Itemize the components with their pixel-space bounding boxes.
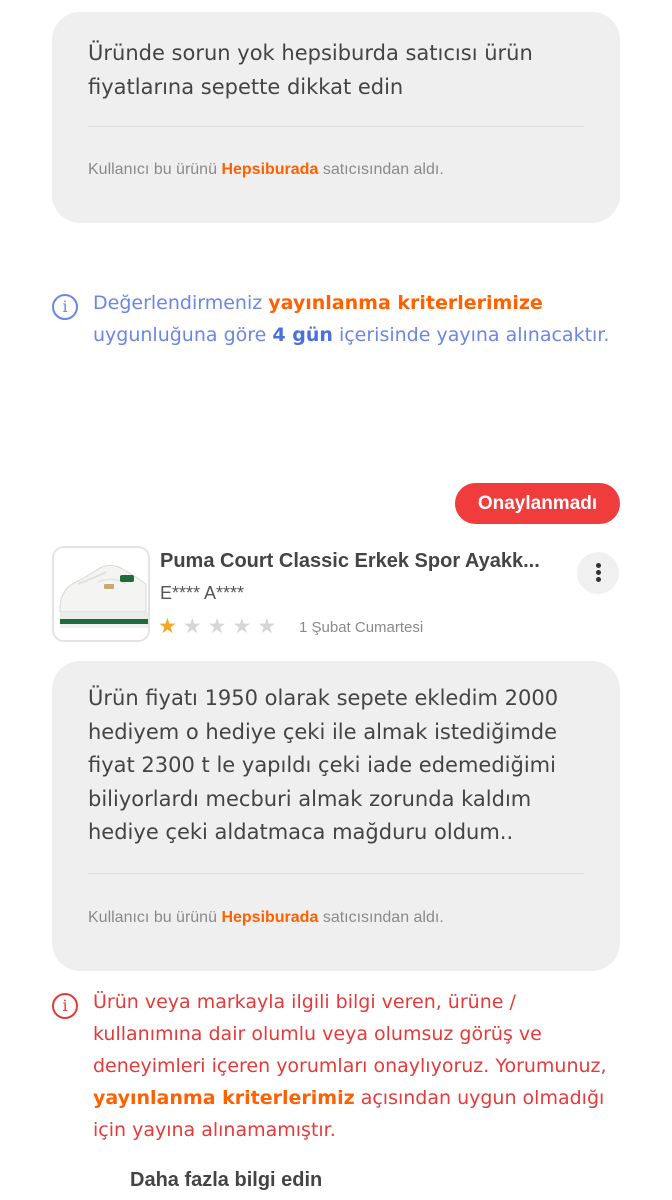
learn-more-link[interactable]: Daha fazla bilgi edin (130, 1169, 322, 1192)
publishing-criteria-link[interactable]: yayınlanma kriterlerimize (268, 292, 543, 314)
star-empty-icon: ★ (232, 614, 258, 638)
notice-text-part: Değerlendirmeniz (93, 292, 263, 314)
seller-suffix: satıcısından aldı. (322, 161, 444, 178)
review-card: Ürün fiyatı 1950 olarak sepete ekledim 2… (52, 661, 620, 971)
notice-text-part: Ürün veya markayla ilgili bilgi veren, ü… (93, 991, 607, 1077)
status-badge: Onaylanmadı (455, 483, 620, 524)
star-empty-icon: ★ (182, 614, 208, 638)
seller-prefix: Kullanıcı bu ürünü (88, 161, 217, 178)
seller-suffix: satıcısından aldı. (322, 909, 444, 926)
product-thumbnail[interactable] (52, 546, 150, 642)
seller-name-link[interactable]: Hepsiburada (221, 909, 318, 926)
publishing-criteria-link[interactable]: yayınlanma kriterlerimiz (93, 1087, 355, 1109)
star-empty-icon: ★ (207, 614, 233, 638)
notice-text-part: içerisinde yayına alınacaktır. (338, 324, 610, 346)
star-empty-icon: ★ (257, 614, 283, 638)
notice-text-part: uygunluğuna göre (93, 324, 267, 346)
review-text: Ürün fiyatı 1950 olarak sepete ekledim 2… (88, 686, 559, 844)
star-rating: ★★★★★ (158, 614, 282, 638)
seller-name-link[interactable]: Hepsiburada (221, 161, 318, 178)
review-text: Üründe sorun yok hepsiburda satıcısı ürü… (88, 41, 533, 99)
info-icon: i (52, 993, 78, 1019)
star-filled-icon: ★ (158, 614, 183, 638)
reviewer-name: E**** A**** (160, 583, 245, 603)
review-card: Üründe sorun yok hepsiburda satıcısı ürü… (52, 12, 620, 223)
sneaker-image (54, 548, 148, 640)
pending-notice-text: Değerlendirmeniz yayınlanma kriterlerimi… (93, 287, 612, 351)
review-date: 1 Şubat Cumartesi (299, 619, 424, 636)
seller-info: Kullanıcı bu ürünü Hepsiburada satıcısın… (88, 161, 444, 179)
divider (88, 873, 584, 874)
divider (88, 126, 584, 127)
more-options-button[interactable] (577, 552, 619, 594)
info-icon: i (52, 294, 78, 320)
product-title[interactable]: Puma Court Classic Erkek Spor Ayakk... (160, 550, 578, 573)
rejection-notice-text: Ürün veya markayla ilgili bilgi veren, ü… (93, 986, 612, 1146)
days-count: 4 gün (272, 324, 333, 346)
seller-prefix: Kullanıcı bu ürünü (88, 909, 217, 926)
seller-info: Kullanıcı bu ürünü Hepsiburada satıcısın… (88, 909, 444, 927)
